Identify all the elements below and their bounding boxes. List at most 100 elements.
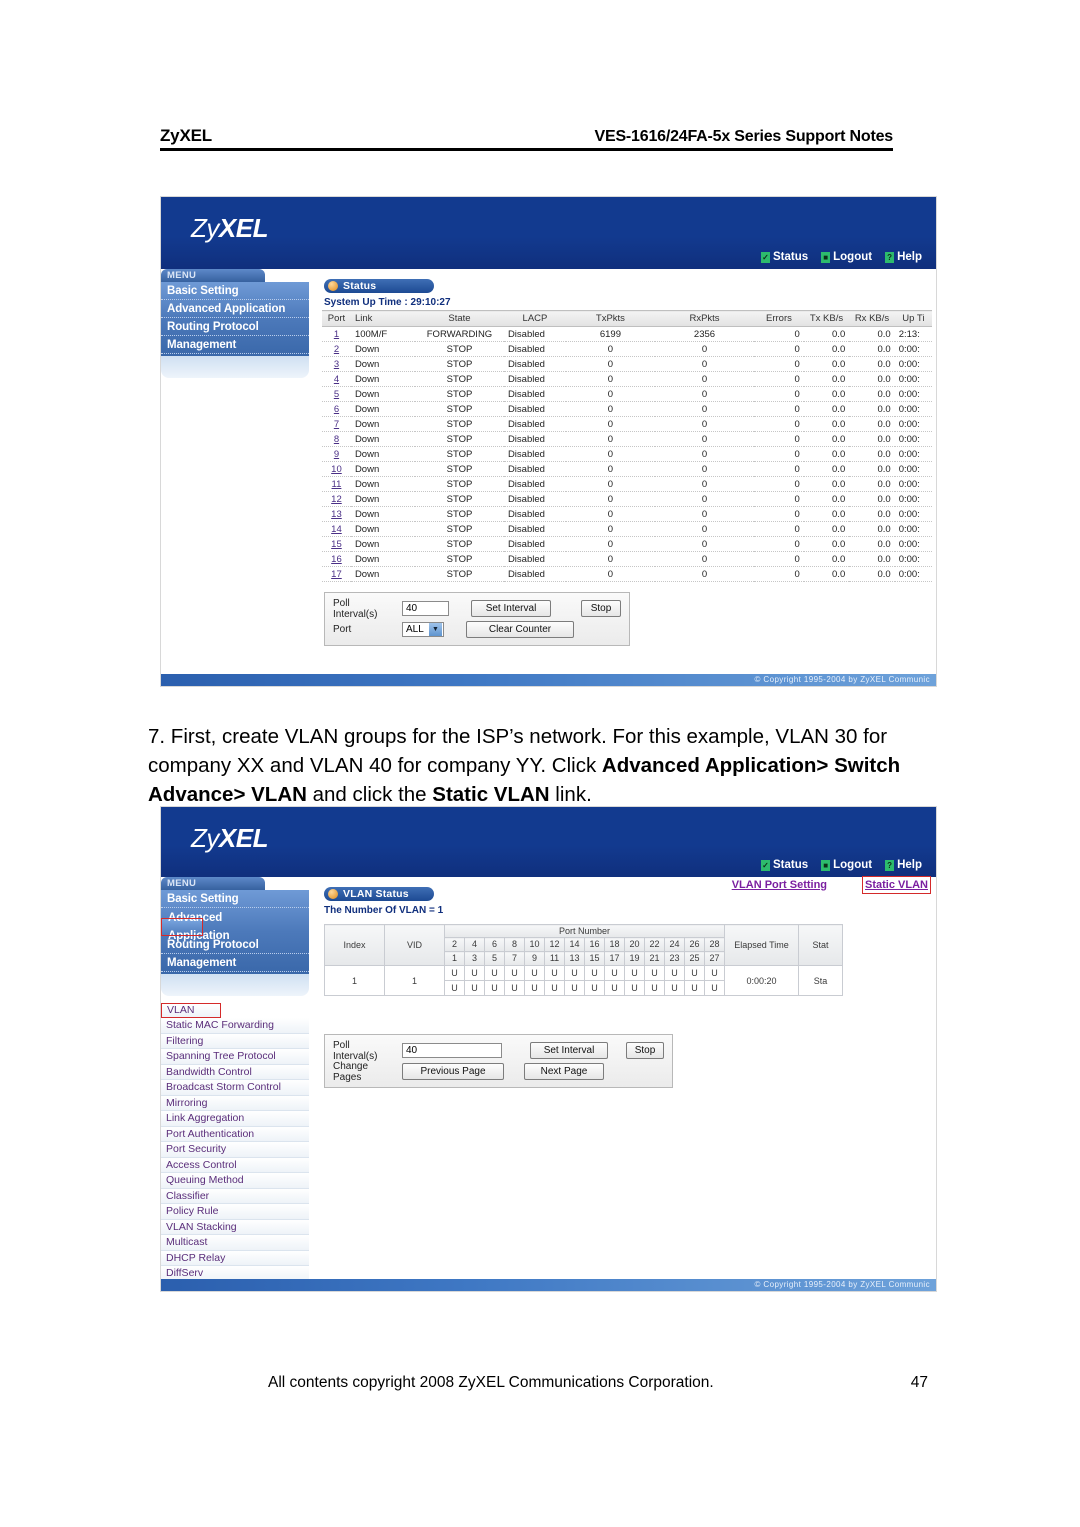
cell-rxkbs: 0.0 <box>849 371 895 387</box>
sidebar-item-management[interactable]: Management <box>161 336 309 354</box>
port-header-1: 1 <box>444 951 465 966</box>
vlan-poll-interval-input[interactable] <box>402 1043 502 1058</box>
cell-port[interactable]: 10 <box>322 461 351 477</box>
cell-port[interactable]: 14 <box>322 521 351 537</box>
table-row: 12 Down STOP Disabled 0 0 0 0.0 0.0 0:00: <box>322 491 932 507</box>
cell-port[interactable]: 8 <box>322 431 351 447</box>
sidebar-item-basic-setting[interactable]: Basic Setting <box>161 282 309 300</box>
previous-page-button[interactable]: Previous Page <box>402 1063 504 1080</box>
panel-title-status-label: Status <box>343 280 377 292</box>
cell-errors: 0 <box>754 461 804 477</box>
sidebar-item-routing-protocol[interactable]: Routing Protocol <box>161 318 309 336</box>
vlan-set-interval-button[interactable]: Set Interval <box>530 1042 608 1059</box>
sidebar-item-multicast[interactable]: Multicast <box>161 1235 309 1251</box>
cell-port[interactable]: 7 <box>322 416 351 432</box>
status-controls-box: Poll Interval(s) Set Interval Stop Port … <box>324 592 630 646</box>
cell-link: Down <box>350 506 416 522</box>
cell-uptime: 0:00: <box>894 371 932 387</box>
banner-link-logout[interactable]: ■ Logout <box>821 251 872 263</box>
cell-port[interactable]: 1 <box>322 326 351 342</box>
next-page-button[interactable]: Next Page <box>524 1063 604 1080</box>
sidebar-item-vlan-stacking[interactable]: VLAN Stacking <box>161 1219 309 1236</box>
logo-suffix-2: XEL <box>218 823 269 853</box>
sidebar-item-queuing-method[interactable]: Queuing Method <box>161 1173 309 1189</box>
port-cell-1: U <box>444 980 465 996</box>
cell-port[interactable]: 15 <box>322 536 351 552</box>
cell-rxpkts: 0 <box>654 566 755 582</box>
banner-link-logout-2[interactable]: ■ Logout <box>821 859 872 871</box>
cell-port[interactable]: 9 <box>322 446 351 462</box>
vlan-header-row-1: Index VID Port Number Elapsed Time Stat <box>324 924 843 966</box>
cell-port[interactable]: 11 <box>322 476 351 492</box>
cell-state: STOP <box>415 521 504 537</box>
cell-port[interactable]: 2 <box>322 341 351 357</box>
cell-rxpkts: 0 <box>654 416 755 432</box>
port-cell-13: U <box>564 980 585 996</box>
set-interval-button[interactable]: Set Interval <box>471 600 551 617</box>
vlan-poll-interval-row: Poll Interval(s) Set Interval Stop <box>333 1040 664 1062</box>
sidebar-item-filtering[interactable]: Filtering <box>161 1033 309 1050</box>
port-header-9: 9 <box>524 951 545 966</box>
col-index: Index <box>324 924 385 966</box>
cell-port[interactable]: 5 <box>322 386 351 402</box>
banner-link-help[interactable]: ? Help <box>885 251 922 263</box>
cell-port[interactable]: 12 <box>322 491 351 507</box>
cell-errors: 0 <box>754 506 804 522</box>
system-up-time: System Up Time : 29:10:27 <box>324 297 451 308</box>
port-header-15: 15 <box>584 951 605 966</box>
sidebar-item-advanced-application[interactable]: Advanced Application <box>161 300 309 318</box>
port-cell-10: U <box>524 965 545 981</box>
link-vlan-port-setting[interactable]: VLAN Port Setting <box>732 879 827 891</box>
page-header-brand: ZyXEL <box>160 126 212 145</box>
sidebar-item-mirroring[interactable]: Mirroring <box>161 1095 309 1112</box>
port-select[interactable]: ALL ▼ <box>402 622 444 637</box>
stop-button[interactable]: Stop <box>581 600 621 617</box>
cell-state: STOP <box>415 386 504 402</box>
poll-interval-input[interactable] <box>402 601 449 616</box>
table-row: 15 Down STOP Disabled 0 0 0 0.0 0.0 0:00: <box>322 536 932 552</box>
sidebar-item-advanced-application-2[interactable]: Advanced Application <box>161 912 230 942</box>
port-header-26: 26 <box>684 937 705 952</box>
sidebar-item-broadcast-storm-control[interactable]: Broadcast Storm Control <box>161 1080 309 1096</box>
cell-port[interactable]: 6 <box>322 401 351 417</box>
table-row: 8 Down STOP Disabled 0 0 0 0.0 0.0 0:00: <box>322 431 932 447</box>
sidebar-item-access-control[interactable]: Access Control <box>161 1157 309 1174</box>
help-icon: ? <box>885 251 895 263</box>
cell-lacp: Disabled <box>503 341 566 357</box>
sidebar-item-basic-setting-2[interactable]: Basic Setting <box>161 890 309 908</box>
sidebar-item-routing-protocol-2[interactable]: Routing Protocol <box>161 936 309 954</box>
cell-port[interactable]: 3 <box>322 356 351 372</box>
sidebar-item-spanning-tree-protocol[interactable]: Spanning Tree Protocol <box>161 1049 309 1065</box>
sidebar-item-classifier[interactable]: Classifier <box>161 1188 309 1205</box>
banner-link-status-2[interactable]: ✓ Status <box>760 859 808 871</box>
sidebar-item-port-security[interactable]: Port Security <box>161 1142 309 1158</box>
cell-uptime: 0:00: <box>894 341 932 357</box>
instruction-bold2: Static VLAN <box>432 783 550 807</box>
device-body-2: MENU Basic Setting Advanced Application … <box>161 876 936 1291</box>
sidebar-item-management-2[interactable]: Management <box>161 954 309 972</box>
cell-rxkbs: 0.0 <box>849 386 895 402</box>
vlan-stop-button[interactable]: Stop <box>626 1042 664 1059</box>
clear-counter-button[interactable]: Clear Counter <box>466 621 574 638</box>
cell-port[interactable]: 13 <box>322 506 351 522</box>
cell-txkbs: 0.0 <box>803 566 850 582</box>
cell-rxkbs: 0.0 <box>849 461 895 477</box>
port-header-16: 16 <box>584 937 605 952</box>
cell-state: STOP <box>415 536 504 552</box>
link-static-vlan[interactable]: Static VLAN <box>862 876 931 894</box>
banner-link-help-2[interactable]: ? Help <box>885 859 922 871</box>
zyxel-logo-2: ZyXEL <box>191 823 268 854</box>
cell-port[interactable]: 17 <box>322 566 351 582</box>
banner-link-status[interactable]: ✓ Status <box>760 251 808 263</box>
port-cell-12: U <box>544 965 565 981</box>
cell-port[interactable]: 4 <box>322 371 351 387</box>
sidebar-item-vlan[interactable]: VLAN <box>161 1002 221 1019</box>
sidebar-item-dhcp-relay[interactable]: DHCP Relay <box>161 1250 309 1267</box>
cell-port[interactable]: 16 <box>322 551 351 567</box>
cell-lacp: Disabled <box>503 431 566 447</box>
sidebar-item-static-mac-forwarding[interactable]: Static MAC Forwarding <box>161 1018 309 1034</box>
sidebar-item-policy-rule[interactable]: Policy Rule <box>161 1204 309 1220</box>
sidebar-item-port-authentication[interactable]: Port Authentication <box>161 1126 309 1143</box>
sidebar-item-link-aggregation[interactable]: Link Aggregation <box>161 1111 309 1127</box>
sidebar-item-bandwidth-control[interactable]: Bandwidth Control <box>161 1064 309 1081</box>
